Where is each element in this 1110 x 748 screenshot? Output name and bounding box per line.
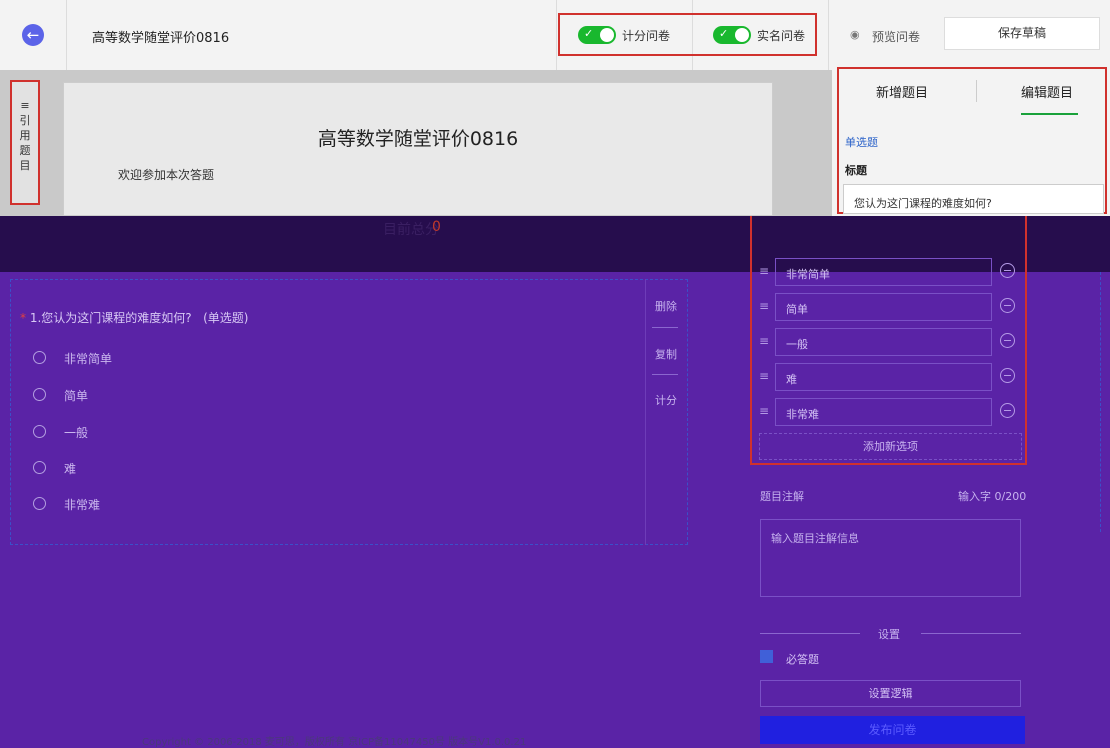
delete-button[interactable]: 删除 [655, 298, 677, 314]
option-editor-row: ≡ 一般 [759, 328, 1021, 356]
note-label: 题目注解 [760, 490, 804, 503]
back-arrow-icon[interactable]: ← [22, 24, 44, 46]
toggle-knob [600, 28, 614, 42]
remove-option-icon[interactable] [1000, 333, 1015, 348]
side-panel-edge [1100, 272, 1110, 532]
divider [976, 80, 977, 102]
form-title: 高等数学随堂评价0816 [317, 128, 519, 150]
check-icon: ✓ [584, 27, 594, 40]
option-item[interactable]: 非常难 [33, 496, 100, 513]
scoring-toggle-label: 计分问卷 [622, 29, 671, 43]
option-item[interactable]: 难 [33, 460, 76, 477]
title-input[interactable]: 您认为这门课程的难度如何? [843, 184, 1104, 214]
preview-button[interactable]: 预览问卷 [872, 28, 920, 45]
option-label: 简单 [64, 389, 89, 403]
option-item[interactable]: 一般 [33, 424, 88, 441]
divider [760, 633, 860, 634]
drag-handle-icon[interactable]: ≡ [759, 369, 769, 383]
remove-option-icon[interactable] [1000, 368, 1015, 383]
radio-icon[interactable] [33, 461, 46, 474]
copyright-text: Copyright © 2006-2018 麦可思，版权所有 京ICP备1104… [142, 737, 527, 748]
eye-icon[interactable]: ◉ [850, 28, 860, 41]
drag-handle-icon[interactable]: ≡ [759, 299, 769, 313]
option-item[interactable]: 简单 [33, 387, 88, 404]
option-input[interactable]: 一般 [775, 328, 992, 356]
divider [66, 0, 67, 70]
tab-char: 目 [19, 159, 31, 172]
option-input[interactable]: 非常难 [775, 398, 992, 426]
note-textarea[interactable]: 输入题目注解信息 [760, 519, 1021, 597]
remove-option-icon[interactable] [1000, 403, 1015, 418]
add-option-button[interactable]: 添加新选项 [759, 433, 1022, 460]
check-icon: ✓ [719, 27, 729, 40]
required-checkbox[interactable] [760, 650, 773, 663]
realname-toggle-label: 实名问卷 [757, 29, 806, 43]
option-label: 非常简单 [64, 352, 113, 366]
active-tab-indicator [1021, 113, 1078, 115]
drag-handle-icon[interactable]: ≡ [759, 404, 769, 418]
divider [828, 0, 829, 70]
save-draft-button[interactable]: 保存草稿 [944, 17, 1100, 50]
radio-icon[interactable] [33, 425, 46, 438]
score-value: 0 [432, 219, 441, 235]
option-label: 一般 [64, 426, 89, 440]
divider [921, 633, 1021, 634]
required-mark: * [20, 311, 26, 325]
radio-icon[interactable] [33, 351, 46, 364]
question-title: 1.您认为这门课程的难度如何? [29, 311, 192, 325]
score-button[interactable]: 计分 [655, 392, 677, 408]
option-editor-row: ≡ 难 [759, 363, 1021, 391]
survey-title: 高等数学随堂评价0816 [92, 31, 230, 46]
title-field-label: 标题 [845, 164, 867, 177]
tab-char: 题 [19, 144, 31, 157]
set-logic-button[interactable]: 设置逻辑 [760, 680, 1021, 707]
drag-handle-icon[interactable]: ≡ [759, 264, 769, 278]
option-label: 难 [64, 462, 77, 476]
menu-icon: ≡ [20, 99, 30, 112]
radio-icon[interactable] [33, 388, 46, 401]
radio-icon[interactable] [33, 497, 46, 510]
reference-questions-tab[interactable]: ≡ 引 用 题 目 [10, 80, 40, 205]
tab-char: 引 [19, 114, 31, 127]
scoring-toggle[interactable]: ✓ [578, 26, 616, 44]
divider [556, 0, 557, 70]
toggle-knob [735, 28, 749, 42]
question-type-tag: (单选题) [203, 311, 249, 325]
option-label: 非常难 [64, 498, 101, 512]
divider [645, 279, 646, 545]
remove-option-icon[interactable] [1000, 298, 1015, 313]
required-label: 必答题 [786, 653, 819, 666]
divider [652, 374, 678, 375]
option-input[interactable]: 难 [775, 363, 992, 391]
remove-option-icon[interactable] [1000, 263, 1015, 278]
score-label: 目前总分 [383, 222, 439, 238]
divider [652, 327, 678, 328]
option-editor-row: ≡ 非常难 [759, 398, 1021, 426]
copy-button[interactable]: 复制 [655, 346, 677, 362]
welcome-text: 欢迎参加本次答题 [118, 168, 215, 182]
option-item[interactable]: 非常简单 [33, 350, 112, 367]
tab-new-question[interactable]: 新增题目 [876, 82, 928, 101]
question-text: * 1.您认为这门课程的难度如何? (单选题) [20, 309, 248, 326]
tab-edit-question[interactable]: 编辑题目 [1021, 82, 1073, 101]
option-editor-row: ≡ 简单 [759, 293, 1021, 321]
question-type-label[interactable]: 单选题 [845, 134, 878, 150]
option-input[interactable]: 非常简单 [775, 258, 992, 286]
realname-toggle[interactable]: ✓ [713, 26, 751, 44]
note-char-count: 输入字 0/200 [958, 490, 1027, 503]
settings-heading: 设置 [878, 628, 900, 641]
option-input[interactable]: 简单 [775, 293, 992, 321]
drag-handle-icon[interactable]: ≡ [759, 334, 769, 348]
option-editor-row: ≡ 非常简单 [759, 258, 1021, 286]
tab-char: 用 [19, 129, 31, 142]
publish-button[interactable]: 发布问卷 [760, 716, 1025, 744]
